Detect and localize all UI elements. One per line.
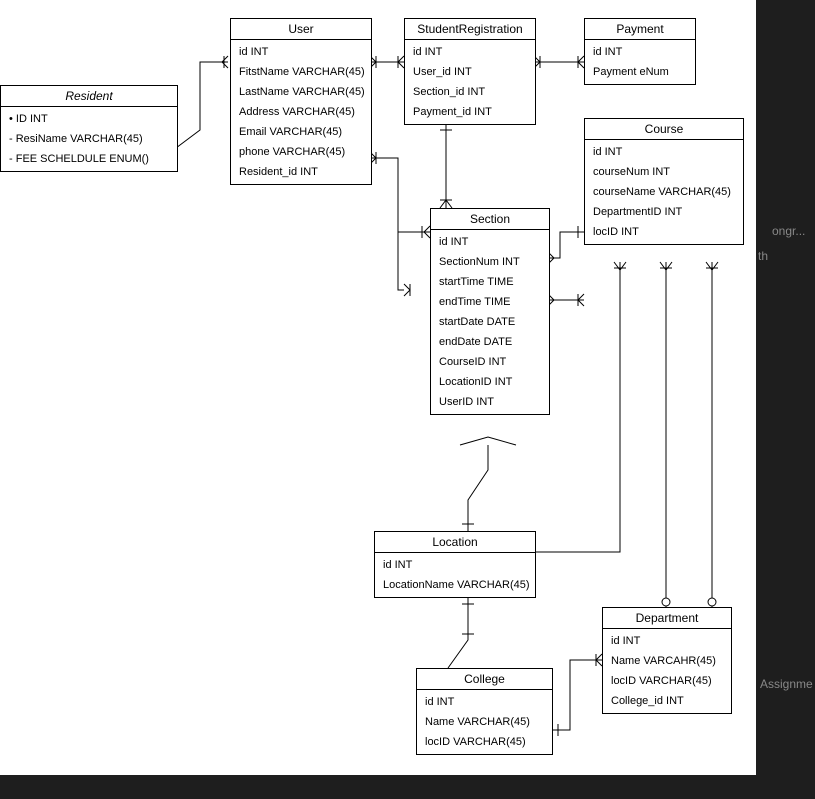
entity-attr: Resident_id INT — [231, 162, 371, 182]
entity-attr: startDate DATE — [431, 312, 549, 332]
entity-title: College — [417, 669, 552, 690]
entity-attr: LocationName VARCHAR(45) — [375, 575, 535, 595]
entity-attr: SectionNum INT — [431, 252, 549, 272]
entity-attr: Address VARCHAR(45) — [231, 102, 371, 122]
entity-attr: id INT — [405, 42, 535, 62]
entity-attr: locID INT — [585, 222, 743, 242]
entity-attr: courseNum INT — [585, 162, 743, 182]
entity-attr: startTime TIME — [431, 272, 549, 292]
entity-section: Section id INT SectionNum INT startTime … — [430, 208, 550, 415]
diagram-canvas: Resident • ID INT - ResiName VARCHAR(45)… — [0, 0, 756, 775]
entity-attr: id INT — [431, 232, 549, 252]
entity-title: StudentRegistration — [405, 19, 535, 40]
entity-location: Location id INT LocationName VARCHAR(45) — [374, 531, 536, 598]
entity-attr: UserID INT — [431, 392, 549, 412]
entity-attr: locID VARCHAR(45) — [603, 671, 731, 691]
entity-attr: Section_id INT — [405, 82, 535, 102]
entity-resident: Resident • ID INT - ResiName VARCHAR(45)… — [0, 85, 178, 172]
entity-attr: id INT — [585, 42, 695, 62]
entity-title: Department — [603, 608, 731, 629]
bg-text-fragment: th — [758, 249, 768, 263]
entity-attr: College_id INT — [603, 691, 731, 711]
entity-attr: • ID INT — [1, 109, 177, 129]
entity-student-registration: StudentRegistration id INT User_id INT S… — [404, 18, 536, 125]
entity-attr: Email VARCHAR(45) — [231, 122, 371, 142]
entity-attr: endTime TIME — [431, 292, 549, 312]
entity-attr: Name VARCHAR(45) — [417, 712, 552, 732]
entity-user: User id INT FitstName VARCHAR(45) LastNa… — [230, 18, 372, 185]
entity-title: Section — [431, 209, 549, 230]
entity-attr: User_id INT — [405, 62, 535, 82]
entity-attr: locID VARCHAR(45) — [417, 732, 552, 752]
entity-attr: Payment eNum — [585, 62, 695, 82]
entity-department: Department id INT Name VARCAHR(45) locID… — [602, 607, 732, 714]
entity-attr: - FEE SCHELDULE ENUM() — [1, 149, 177, 169]
entity-attr: - ResiName VARCHAR(45) — [1, 129, 177, 149]
entity-attr: LastName VARCHAR(45) — [231, 82, 371, 102]
entity-attr: Payment_id INT — [405, 102, 535, 122]
entity-college: College id INT Name VARCHAR(45) locID VA… — [416, 668, 553, 755]
entity-title: Payment — [585, 19, 695, 40]
entity-attr: courseName VARCHAR(45) — [585, 182, 743, 202]
entity-attr: id INT — [417, 692, 552, 712]
entity-attr: id INT — [231, 42, 371, 62]
entity-attr: endDate DATE — [431, 332, 549, 352]
entity-title: Resident — [1, 86, 177, 107]
entity-payment: Payment id INT Payment eNum — [584, 18, 696, 85]
entity-attr: id INT — [585, 142, 743, 162]
entity-attr: CourseID INT — [431, 352, 549, 372]
entity-title: Course — [585, 119, 743, 140]
entity-attr: Name VARCAHR(45) — [603, 651, 731, 671]
entity-attr: id INT — [375, 555, 535, 575]
entity-attr: id INT — [603, 631, 731, 651]
entity-attr: phone VARCHAR(45) — [231, 142, 371, 162]
entity-attr: DepartmentID INT — [585, 202, 743, 222]
entity-attr: FitstName VARCHAR(45) — [231, 62, 371, 82]
entity-course: Course id INT courseNum INT courseName V… — [584, 118, 744, 245]
bg-text-fragment: Assignme — [760, 677, 813, 691]
bg-text-fragment: ongr... — [772, 224, 805, 238]
entity-title: User — [231, 19, 371, 40]
entity-attr: LocationID INT — [431, 372, 549, 392]
entity-title: Location — [375, 532, 535, 553]
